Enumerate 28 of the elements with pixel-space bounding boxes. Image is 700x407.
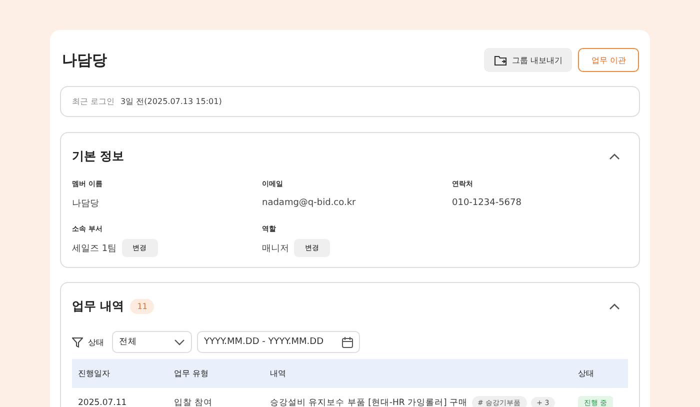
chevron-icon[interactable] xyxy=(609,302,620,310)
folder-icon xyxy=(494,54,507,66)
filter-icon xyxy=(72,336,83,348)
table-cell: 2025.07.11 xyxy=(72,388,168,407)
column-header: 진행일자 xyxy=(72,359,168,388)
field-value: nadamg@q-bid.co.kr xyxy=(262,198,356,208)
export-button[interactable]: 그룹 내보내기 xyxy=(484,48,572,72)
field-value: 세일즈 1팀 xyxy=(72,242,117,254)
filter-label: 상태 xyxy=(88,336,104,348)
column-header: 상태 xyxy=(572,359,628,388)
status-select[interactable]: 전체 xyxy=(112,331,192,353)
count-badge: 11 xyxy=(130,298,154,314)
detail-text: 승강설비 유지보수 부품 [현대-HR 가잉롤러] 구매 xyxy=(270,396,468,407)
field-value: 매니저 xyxy=(262,242,289,254)
section-title: 기본 정보 xyxy=(72,148,124,164)
login-value: 3일 전(2025.07.13 15:01) xyxy=(120,96,222,107)
table-cell: 입찰 참여 xyxy=(168,388,264,407)
chevron-icon[interactable] xyxy=(609,152,620,160)
login-label: 최근 로그인 xyxy=(72,96,115,107)
section-title: 업무 내역 xyxy=(72,298,124,314)
field-value: 나담당 xyxy=(72,198,99,210)
field-value: 010-1234-5678 xyxy=(452,198,522,208)
date-range-field[interactable]: YYYY.MM.DD - YYYY.MM.DD xyxy=(197,331,360,353)
column-header: 내역 xyxy=(264,359,572,388)
caret-icon xyxy=(174,338,185,346)
calendar-icon xyxy=(342,336,353,348)
column-header: 업무 유형 xyxy=(168,359,264,388)
page-title: 나담당 xyxy=(62,50,107,70)
